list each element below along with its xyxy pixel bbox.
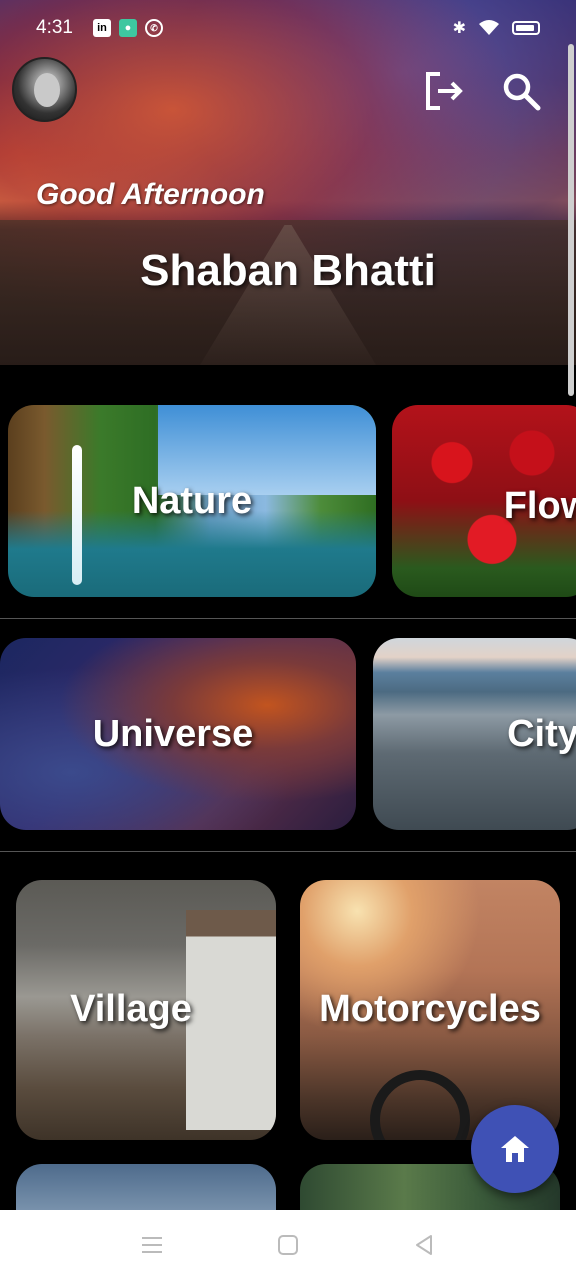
- back-button[interactable]: [411, 1232, 437, 1258]
- category-card-motorcycles[interactable]: Motorcycles: [300, 880, 560, 1140]
- status-bar: 4:31 in ● ✆ ✱: [0, 0, 576, 56]
- home-icon: [501, 1136, 529, 1162]
- wifi-icon: [479, 20, 499, 35]
- category-card-flowers[interactable]: Flow: [392, 405, 576, 597]
- menu-icon: [142, 1237, 162, 1253]
- row-divider: [0, 618, 576, 619]
- category-card-nature[interactable]: Nature: [8, 405, 376, 597]
- home-fab[interactable]: [471, 1105, 559, 1193]
- avatar[interactable]: [12, 57, 77, 122]
- category-label: Flow: [503, 484, 576, 527]
- status-app-icons: in ● ✆: [92, 19, 163, 37]
- category-card-city[interactable]: City: [373, 638, 576, 830]
- category-label: Universe: [92, 712, 254, 755]
- category-card-universe[interactable]: Universe: [0, 638, 356, 830]
- category-label: Village: [70, 987, 192, 1030]
- whatsapp-icon: ✆: [144, 19, 163, 37]
- row-divider: [0, 851, 576, 852]
- logout-button[interactable]: [422, 70, 466, 112]
- battery-icon: [512, 21, 540, 35]
- linkedin-icon: in: [92, 19, 111, 37]
- back-icon: [416, 1235, 432, 1255]
- system-navigation-bar: [0, 1210, 576, 1280]
- home-square-button[interactable]: [275, 1232, 301, 1258]
- category-label: Motorcycles: [319, 987, 541, 1030]
- avatar-face: [34, 73, 60, 107]
- status-time: 4:31: [36, 17, 73, 38]
- search-icon: [503, 73, 541, 111]
- status-indicators: ✱: [453, 18, 540, 38]
- user-name: Shaban Bhatti: [140, 246, 436, 295]
- chat-app-icon: ●: [118, 19, 137, 37]
- home-square-icon: [278, 1235, 298, 1255]
- category-label: Nature: [131, 479, 253, 522]
- menu-button[interactable]: [139, 1232, 165, 1258]
- logout-icon: [426, 72, 463, 110]
- greeting-text: Good Afternoon: [36, 178, 265, 211]
- category-label: City: [507, 712, 576, 755]
- category-card-village[interactable]: Village: [16, 880, 276, 1140]
- scrollbar[interactable]: [568, 44, 574, 396]
- search-button[interactable]: [500, 70, 542, 112]
- bluetooth-icon: ✱: [452, 20, 466, 37]
